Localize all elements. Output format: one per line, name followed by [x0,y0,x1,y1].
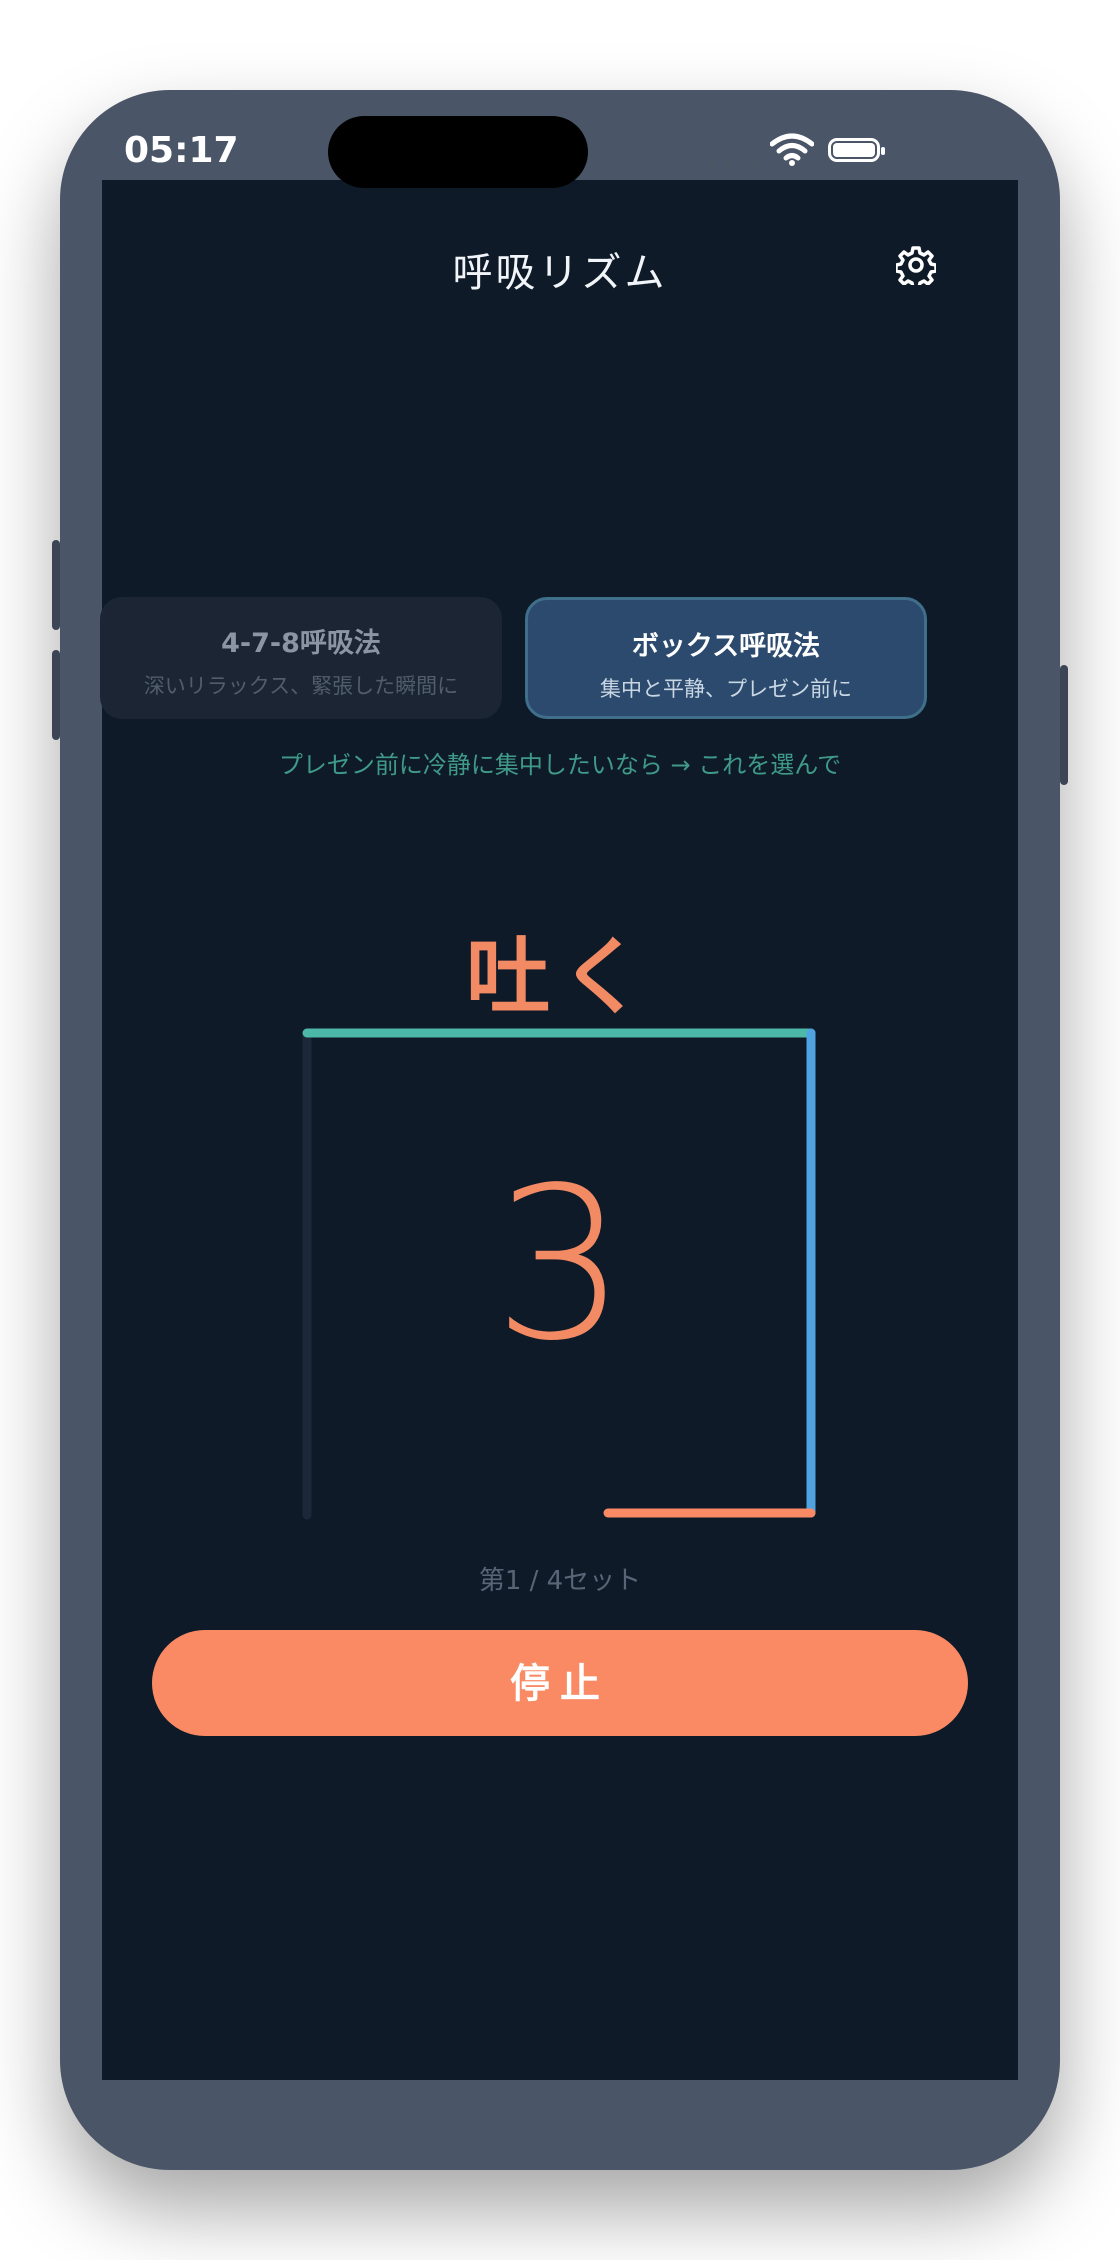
status-time: 05:17 [124,130,239,171]
mode-card-478[interactable]: 4-7-8呼吸法 深いリラックス、緊張した瞬間に [100,597,502,719]
mode-subtitle: 集中と平静、プレゼン前に [600,677,852,701]
mode-title: ボックス呼吸法 [631,631,821,662]
wifi-icon [770,133,814,166]
volume-up-button [52,540,60,630]
signal-icon [710,160,756,167]
breath-phase-label: 吐く [465,928,654,1026]
set-counter: 第1 / 4セット [478,1566,642,1596]
stop-button[interactable]: 停止 [152,1630,968,1736]
countdown-number: 3 [493,1142,627,1387]
volume-down-button [52,650,60,740]
mode-title: 4-7-8呼吸法 [221,628,381,659]
recommendation-hint: プレゼン前に冷静に集中したいなら → これを選んで [278,751,842,779]
app-title: 呼吸リズム [452,250,668,296]
dynamic-island [328,116,588,188]
mode-card-box[interactable]: ボックス呼吸法 集中と平静、プレゼン前に [525,597,927,719]
app-screen [102,180,1018,2080]
battery-icon [828,138,885,162]
phone-frame [52,90,1068,2170]
settings-gear-icon[interactable] [896,245,936,285]
mode-subtitle: 深いリラックス、緊張した瞬間に [143,674,459,698]
